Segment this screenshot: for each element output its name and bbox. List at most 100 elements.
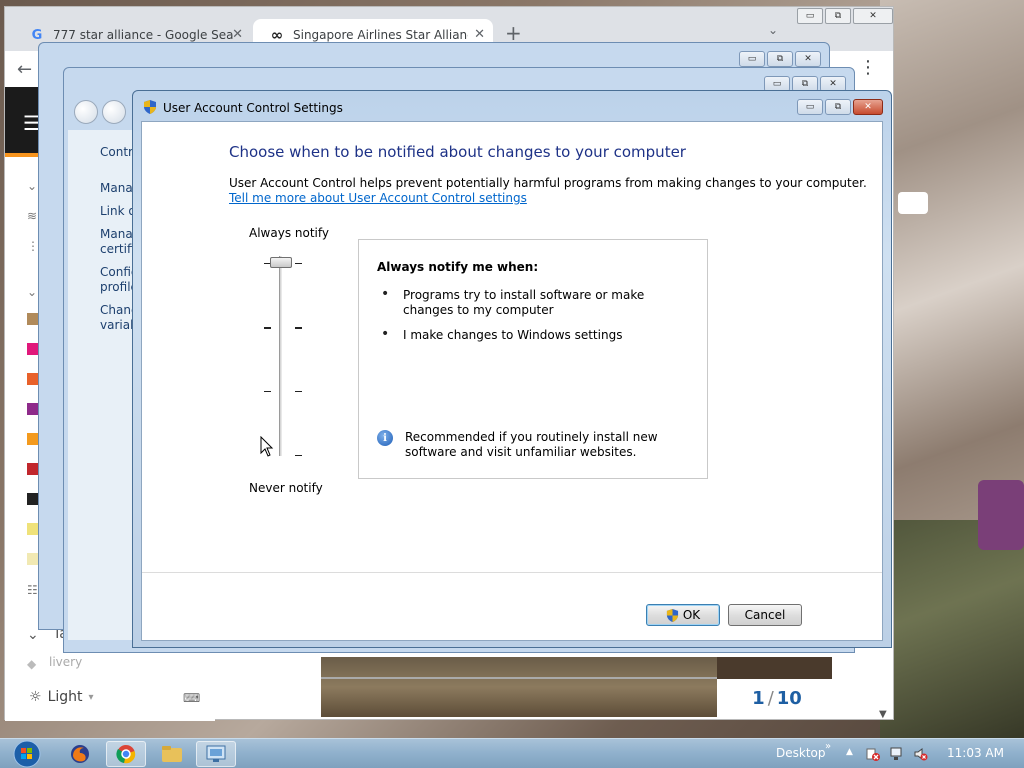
restore-button[interactable]: ⧉ [825,99,851,115]
uac-shield-icon [144,100,156,114]
tab-title: 777 star alliance - Google Search [53,28,233,42]
taskbar-firefox[interactable] [60,741,100,767]
restore-button[interactable]: ⧉ [825,8,851,24]
sidebar-link[interactable]: Manag certific [100,227,132,257]
infinity-icon: ∞ [270,26,284,44]
taskbar-chrome[interactable] [106,741,146,767]
restore-button[interactable]: ⧉ [767,51,793,67]
tab-search-icon[interactable]: ⌄ [768,23,778,37]
description-text: User Account Control helps prevent poten… [229,176,867,190]
bullet: • [381,286,390,302]
toolbar-chevron-icon[interactable]: » [825,741,831,752]
volume-muted-icon[interactable] [914,747,928,761]
sidebar-link[interactable]: Config profile [100,265,132,295]
slider-tick [295,327,302,329]
dialog-body: Choose when to be notified about changes… [141,121,883,641]
taskbar-control-panel[interactable] [196,741,236,767]
mouse-cursor-icon [260,436,274,457]
slider-tick [264,391,271,392]
list-item: I make changes to Windows settings [403,328,623,342]
wallpaper-highlight [898,192,928,214]
chrome-icon [116,745,136,764]
close-button[interactable]: ✕ [853,8,893,24]
close-tab-icon[interactable]: ✕ [474,27,485,42]
info-icon: i [377,430,393,446]
keyboard-icon[interactable]: ⌨ [183,691,200,705]
show-hidden-icons-arrow-icon[interactable]: ▲ [846,747,853,757]
page-title: Choose when to be notified about changes… [229,143,686,161]
close-button[interactable]: ✕ [853,99,883,115]
chevron-down-icon[interactable]: ⌄ [27,179,37,193]
window-controls: ▭ ⧉ ✕ [797,99,883,115]
theme-select-value: Light [47,689,83,705]
slider-tick [264,327,271,329]
photo-fence [321,677,717,679]
section-chevron-icon[interactable]: ⌄ [27,627,39,643]
bullet: • [381,326,390,342]
level-description-title: Always notify me when: [377,260,539,274]
start-button[interactable] [10,739,44,768]
layers-icon[interactable]: ≋ [27,209,37,223]
forward-button[interactable] [102,100,126,124]
level-description-panel: Always notify me when: • Programs try to… [358,239,708,479]
chevron-down-icon: ▾ [88,691,94,703]
photo-edge [717,657,832,679]
current-page: 1 [752,687,765,709]
back-arrow-icon[interactable]: ← [17,59,32,80]
sidebar-link[interactable]: Link o [100,204,132,219]
taskbar-explorer[interactable] [152,741,192,767]
tag-label[interactable]: livery [49,655,82,669]
aircraft-photo [321,657,717,717]
control-panel-home-link[interactable]: Contro [100,145,132,160]
uac-settings-dialog: User Account Control Settings ▭ ⧉ ✕ Choo… [132,90,892,648]
sidebar-link[interactable]: Manag [100,181,132,196]
list-icon[interactable]: ☷ [27,583,38,597]
learn-more-link[interactable]: Tell me more about User Account Control … [229,191,527,205]
uac-shield-icon [666,608,678,622]
gallery-page-counter: 1 / 10 [717,679,837,717]
minimize-button[interactable]: ▭ [797,8,823,24]
ok-label: OK [682,608,701,622]
close-button[interactable]: ✕ [795,51,821,67]
google-icon: G [31,27,43,43]
theme-select[interactable]: ☼ Light ▾ [29,689,94,705]
chevron-down-icon[interactable]: ⌄ [27,285,37,299]
cancel-button[interactable]: Cancel [728,604,802,626]
total-pages: 10 [776,687,802,709]
page-separator: / [767,687,774,709]
firefox-icon [71,745,89,763]
slider-thumb[interactable] [270,257,292,268]
menu-icon[interactable]: ⋮ [859,57,877,78]
slider-bottom-label: Never notify [249,481,323,495]
desktop-toolbar-label[interactable]: Desktop [776,746,826,760]
sun-icon: ☼ [29,689,42,705]
window-controls: ▭ ⧉ ✕ [739,51,821,67]
slider-tick [295,263,302,264]
windows-logo-icon [13,740,41,768]
recommendation-text: Recommended if you routinely install new… [405,430,658,459]
minimize-button[interactable]: ▭ [739,51,765,67]
taskbar: Desktop » ▲ 11:03 AM [0,738,1024,768]
slider-top-label: Always notify [249,226,329,240]
title-bar: User Account Control Settings ▭ ⧉ ✕ [133,91,891,121]
chrome-window-controls: ▭ ⧉ ✕ [797,8,893,24]
notify-level-slider[interactable] [279,256,282,456]
slider-tick [295,455,302,456]
explorer-icon [162,746,182,762]
system-clock[interactable]: 11:03 AM [947,746,1004,760]
close-tab-icon[interactable]: ✕ [232,27,243,42]
scroll-down-arrow-icon[interactable]: ▼ [879,709,887,720]
list-item: Programs try to install software or make… [403,288,645,317]
tab-title: Singapore Airlines Star Alliance B [293,28,468,42]
divider [142,572,882,573]
tag-icon: ◆ [27,657,37,671]
network-icon[interactable] [890,747,904,761]
wallpaper-foliage [880,520,1024,740]
window-title: User Account Control Settings [163,101,343,115]
back-button[interactable] [74,100,98,124]
wallpaper-flower [978,480,1024,550]
ok-button[interactable]: OK [646,604,720,626]
minimize-button[interactable]: ▭ [797,99,823,115]
sidebar-link[interactable]: Chang variab [100,303,132,333]
action-center-icon[interactable] [866,747,880,761]
